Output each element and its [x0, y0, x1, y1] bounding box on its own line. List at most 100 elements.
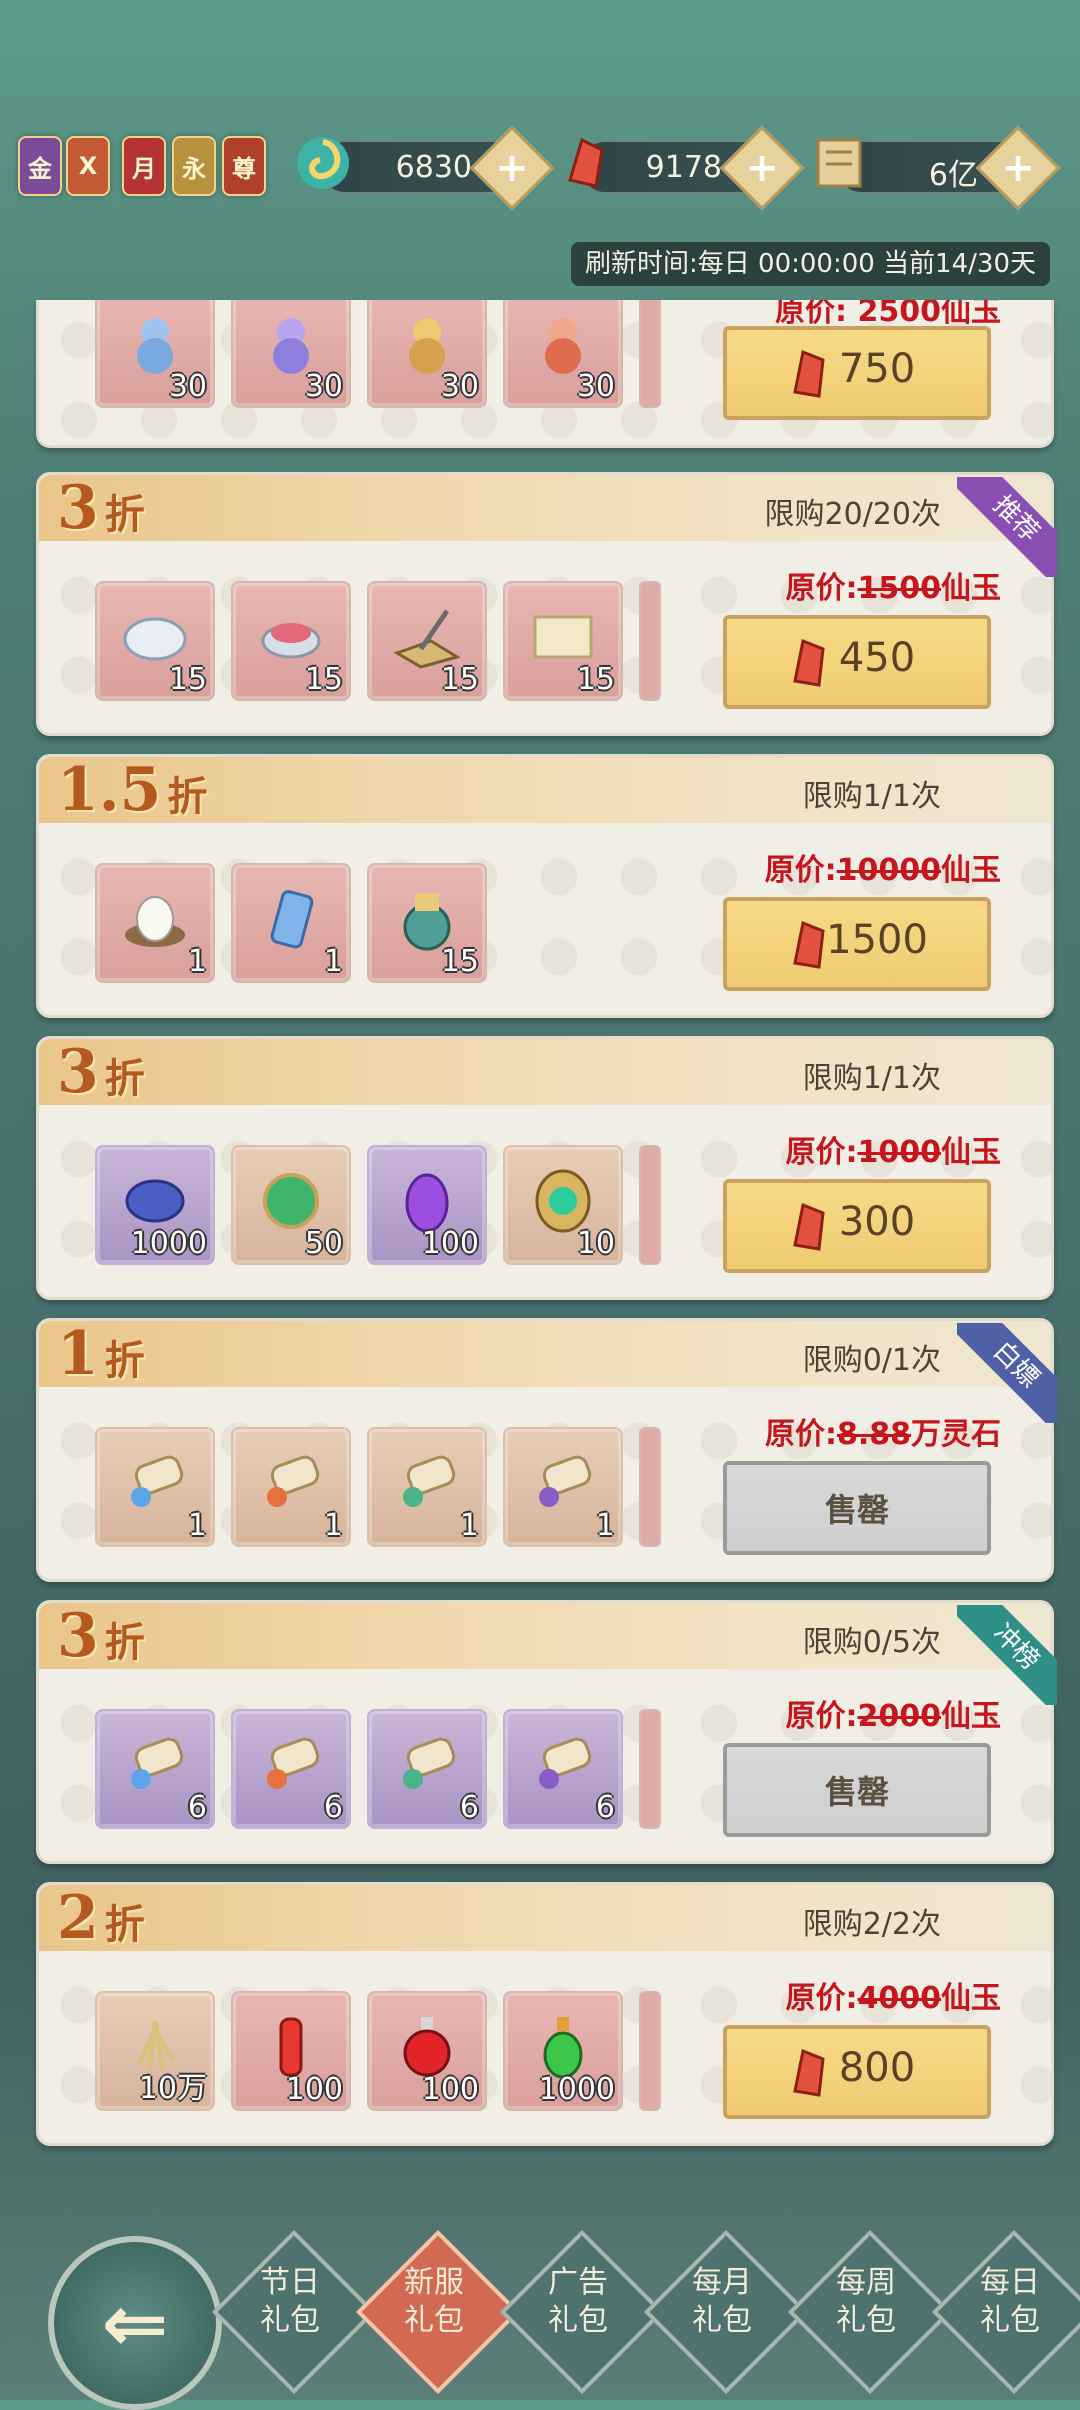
item-slot[interactable]: 50 [231, 1145, 351, 1265]
sold-out-button[interactable]: 售罄 [723, 1461, 991, 1555]
gift-pack-card: 3折 限购1/1次 原价:1000仙玉 1000 50 100 10 300 [36, 1036, 1054, 1300]
more-items-indicator[interactable] [639, 581, 661, 701]
scroll-green-flower-icon [403, 1455, 456, 1507]
buy-price: 450 [838, 635, 916, 681]
item-quantity: 30 [304, 369, 343, 404]
item-quantity: 15 [440, 662, 479, 697]
discount-label: 2折 [57, 1883, 145, 1953]
scroll-blue-flower-icon [131, 1455, 184, 1507]
add-spirit-button[interactable]: + [469, 125, 555, 211]
tab-label-line2: 礼包 [836, 2303, 896, 2338]
tab-new-server-pack[interactable]: 新服 礼包 [355, 2229, 521, 2395]
plus-icon: + [1001, 145, 1035, 191]
plus-icon: + [745, 145, 779, 191]
tab-label-line1: 每周 [836, 2265, 896, 2300]
item-quantity: 30 [576, 369, 615, 404]
item-slot[interactable]: 100 [367, 1145, 487, 1265]
original-price: 原价:8.88万灵石 [764, 1417, 1001, 1452]
gift-pack-card: 3折 限购0/5次 冲榜 原价:2000仙玉 6 6 6 6 售罄 [36, 1600, 1057, 1864]
item-slot[interactable]: 1 [95, 1427, 215, 1547]
more-items-indicator[interactable] [639, 300, 661, 408]
item-slot[interactable]: 15 [95, 581, 215, 701]
item-slot[interactable]: 15 [367, 581, 487, 701]
item-slot[interactable]: 1 [231, 863, 351, 983]
buy-button[interactable]: 450 [723, 615, 991, 709]
item-slot[interactable]: 1 [231, 1427, 351, 1547]
item-quantity: 6 [187, 1790, 207, 1825]
item-quantity: 15 [304, 662, 343, 697]
tab-label-line1: 每月 [692, 2265, 752, 2300]
discount-label: 3折 [57, 473, 145, 543]
item-quantity: 100 [421, 1226, 479, 1261]
item-slot[interactable]: 1 [503, 1427, 623, 1547]
buy-price: 1500 [826, 917, 928, 963]
item-slot[interactable]: 10 [503, 1145, 623, 1265]
vip-badge-supreme[interactable]: 尊 [222, 136, 266, 196]
item-slot[interactable]: 30 [503, 300, 623, 408]
tab-daily-pack[interactable]: 每日 礼包 [931, 2229, 1080, 2395]
sold-out-button[interactable]: 售罄 [723, 1743, 991, 1837]
more-items-indicator[interactable] [639, 1427, 661, 1547]
more-items-indicator[interactable] [639, 1709, 661, 1829]
tab-weekly-pack[interactable]: 每周 礼包 [787, 2229, 953, 2395]
item-slot[interactable]: 6 [503, 1709, 623, 1829]
currency-scroll-value: 6亿 [928, 158, 978, 193]
item-slot[interactable]: 10万 [95, 1991, 215, 2111]
item-quantity: 1 [595, 1508, 615, 1543]
item-slot[interactable]: 30 [95, 300, 215, 408]
original-price: 原价:1500仙玉 [785, 571, 1002, 606]
item-slot[interactable]: 100 [367, 1991, 487, 2111]
original-price: 原价:4000仙玉 [785, 1981, 1002, 2016]
item-slot[interactable]: 15 [367, 863, 487, 983]
blue-talisman-icon [270, 890, 314, 949]
item-slot[interactable]: 1 [367, 1427, 487, 1547]
tab-ad-pack[interactable]: 广告 礼包 [499, 2229, 665, 2395]
back-button[interactable]: ⇐ [48, 2236, 222, 2410]
discount-label: 3折 [57, 1037, 145, 1107]
vip-badge-gold[interactable]: 金 [18, 136, 62, 196]
top-currency-bar: 金 X 月 永 尊 6830 + 9178 + 6亿 + [0, 120, 1080, 211]
buy-button[interactable]: 1500 [723, 897, 991, 991]
item-slot[interactable]: 30 [367, 300, 487, 408]
tab-festival-pack[interactable]: 节日 礼包 [211, 2229, 377, 2395]
item-quantity: 1 [323, 1508, 343, 1543]
item-slot[interactable]: 15 [503, 581, 623, 701]
item-slot[interactable]: 30 [231, 300, 351, 408]
red-jade-icon [568, 137, 604, 188]
item-quantity: 100 [285, 2072, 343, 2107]
item-slot[interactable]: 1000 [95, 1145, 215, 1265]
scroll-violet-flower-icon [539, 1737, 592, 1789]
item-slot[interactable]: 6 [367, 1709, 487, 1829]
item-slot[interactable]: 100 [231, 1991, 351, 2111]
scroll-violet-flower-icon [539, 1455, 592, 1507]
buy-price: 750 [838, 346, 916, 392]
item-quantity: 1000 [538, 2072, 615, 2107]
item-quantity: 15 [168, 662, 207, 697]
add-scroll-button[interactable]: + [975, 125, 1061, 211]
item-quantity: 6 [595, 1790, 615, 1825]
gift-pack-card: 1.5 折 限购1/1次 原价:10000仙玉 1 1 15 1500 [36, 754, 1054, 1018]
item-slot[interactable]: 15 [231, 581, 351, 701]
item-slot[interactable]: 6 [231, 1709, 351, 1829]
refresh-timer: 刷新时间:每日 00:00:00 当前14/30天 [571, 242, 1050, 286]
buy-price: 300 [838, 1199, 916, 1245]
tab-label-line1: 广告 [548, 2265, 608, 2300]
buy-button[interactable]: 300 [723, 1179, 991, 1273]
vip-badge-x[interactable]: X [66, 136, 110, 196]
vip-badge-forever[interactable]: 永 [172, 136, 216, 196]
purchase-limit: 限购0/5次 [802, 1625, 941, 1660]
vip-badge-month[interactable]: 月 [122, 136, 166, 196]
scroll-green-flower-icon [403, 1737, 456, 1789]
item-slot[interactable]: 1000 [503, 1991, 623, 2111]
buy-button[interactable]: 800 [723, 2025, 991, 2119]
more-items-indicator[interactable] [639, 1145, 661, 1265]
buy-button[interactable]: 750 [723, 326, 991, 420]
tab-label-line2: 礼包 [404, 2303, 464, 2338]
more-items-indicator[interactable] [639, 1991, 661, 2111]
item-slot[interactable]: 1 [95, 863, 215, 983]
tab-monthly-pack[interactable]: 每月 礼包 [643, 2229, 809, 2395]
add-jade-button[interactable]: + [719, 125, 805, 211]
bottom-nav: ⇐ 节日 礼包 新服 礼包 广告 礼包 每月 礼包 每周 礼包 每日 礼包 [0, 2200, 1080, 2410]
item-quantity: 30 [168, 369, 207, 404]
item-slot[interactable]: 6 [95, 1709, 215, 1829]
